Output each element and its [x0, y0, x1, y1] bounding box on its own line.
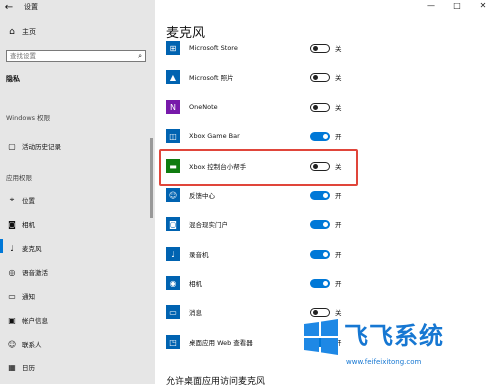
camera-icon: ◉	[166, 276, 180, 290]
windows-logo-icon	[304, 319, 338, 355]
minimize-icon[interactable]: —	[418, 0, 444, 12]
app-row: ◙ 混合现实门户 开	[166, 213, 486, 235]
sidebar-item-label: 通知	[22, 293, 35, 301]
app-name: 消息	[189, 309, 202, 317]
sidebar-item-label: 联系人	[22, 341, 42, 349]
toggle-state: 开	[335, 221, 342, 229]
app-row: N OneNote 关	[166, 96, 486, 118]
search-input[interactable]	[7, 51, 130, 61]
microphone-icon: ♩	[10, 243, 14, 253]
app-row: ▲ Microsoft 照片 关	[166, 66, 486, 88]
sidebar-item-notifications[interactable]: ▭ 通知	[6, 291, 35, 302]
sidebar-item-label: 活动历史记录	[22, 143, 61, 151]
sidebar-item-activity-history[interactable]: ▢ 活动历史记录	[6, 141, 61, 152]
toggle-state: 开	[335, 192, 342, 200]
toggle-switch[interactable]	[310, 278, 330, 288]
window-controls: — □ ✕	[418, 0, 496, 12]
toggle-switch[interactable]	[310, 219, 330, 229]
recorder-icon: ♩	[166, 247, 180, 261]
app-row: ⊞ Microsoft Store 关	[166, 37, 486, 59]
location-icon: ⌖	[9, 195, 15, 204]
title-bar: ← 设置	[0, 0, 155, 14]
app-name: 桌面应用 Web 查看器	[189, 339, 253, 347]
window-title: 设置	[24, 3, 38, 11]
sidebar-item-microphone[interactable]: ♩ 麦克风	[0, 239, 42, 253]
app-name: 相机	[189, 280, 202, 288]
toggle-switch[interactable]	[310, 190, 330, 200]
app-name: 反馈中心	[189, 192, 215, 200]
privacy-heading: 隐私	[6, 75, 20, 83]
search-box[interactable]: ⌕	[6, 50, 146, 62]
toggle-state: 关	[335, 104, 342, 112]
maximize-icon[interactable]: □	[444, 0, 470, 12]
watermark-brand: 飞飞系统	[344, 322, 444, 350]
contacts-icon: ☺	[7, 339, 17, 349]
toggle-switch[interactable]	[310, 43, 330, 53]
toggle-switch[interactable]	[310, 72, 330, 82]
sidebar-item-account-info[interactable]: ▣ 帐户信息	[6, 315, 48, 326]
app-name: Microsoft 照片	[189, 74, 234, 82]
sidebar-item-label: 帐户信息	[22, 317, 48, 325]
sidebar: ← 设置 ⌂ 主页 ⌕ 隐私 Windows 权限 ▢ 活动历史记录 应用权限 …	[0, 0, 155, 384]
app-name: Microsoft Store	[189, 44, 238, 52]
toggle-state: 开	[335, 251, 342, 259]
toggle-state: 开	[335, 280, 342, 288]
sidebar-item-voice-activation[interactable]: ◎ 语音激活	[6, 267, 49, 278]
app-row: ◫ Xbox Game Bar 开	[166, 125, 486, 147]
sidebar-item-label: 位置	[22, 197, 35, 205]
app-permissions-heading: 应用权限	[6, 174, 32, 182]
app-row: ◉ 相机 开	[166, 272, 486, 294]
home-nav-item[interactable]: ⌂ 主页	[6, 27, 36, 37]
voice-activation-icon: ◎	[8, 267, 16, 277]
sidebar-item-camera[interactable]: ◙ 相机	[6, 219, 35, 230]
app-row: ☺ 反馈中心 开	[166, 184, 486, 206]
home-label: 主页	[22, 28, 36, 36]
toggle-state: 关	[335, 74, 342, 82]
highlight-box	[159, 149, 358, 186]
sidebar-scrollbar[interactable]	[150, 138, 153, 218]
sidebar-item-contacts[interactable]: ☺ 联系人	[6, 339, 42, 350]
toggle-switch[interactable]	[310, 131, 330, 141]
watermark: 飞飞系统 www.feifeixitong.com	[290, 310, 496, 384]
photos-icon: ▲	[166, 70, 180, 84]
web-viewer-icon: ◳	[166, 335, 180, 349]
sidebar-item-label: 麦克风	[22, 245, 42, 253]
back-arrow-icon[interactable]: ←	[0, 2, 18, 13]
desktop-apps-heading: 允许桌面应用访问麦克风	[166, 377, 266, 387]
xbox-gamebar-icon: ◫	[166, 129, 180, 143]
sidebar-item-label: 日历	[22, 364, 35, 372]
app-name: OneNote	[189, 103, 218, 111]
notification-icon: ▭	[8, 291, 16, 301]
home-icon: ⌂	[9, 27, 15, 37]
app-name: 录音机	[189, 251, 209, 259]
feedback-icon: ☺	[166, 188, 180, 202]
sidebar-item-calendar[interactable]: ▦ 日历	[6, 362, 35, 373]
calendar-icon: ▦	[8, 362, 16, 372]
camera-icon: ◙	[8, 219, 16, 229]
sidebar-item-label: 语音激活	[22, 269, 48, 277]
mixed-reality-icon: ◙	[166, 217, 180, 231]
app-row: ♩ 录音机 开	[166, 243, 486, 265]
toggle-switch[interactable]	[310, 249, 330, 259]
toggle-switch[interactable]	[310, 102, 330, 112]
toggle-state: 关	[335, 45, 342, 53]
watermark-url: www.feifeixitong.com	[346, 358, 422, 366]
search-icon[interactable]: ⌕	[138, 52, 142, 61]
message-icon: ▭	[166, 305, 180, 319]
sidebar-item-location[interactable]: ⌖ 位置	[6, 195, 35, 205]
close-icon[interactable]: ✕	[470, 0, 496, 12]
app-name: 混合现实门户	[189, 221, 228, 229]
app-name: Xbox Game Bar	[189, 132, 240, 140]
windows-permissions-heading: Windows 权限	[6, 114, 51, 122]
onenote-icon: N	[166, 100, 180, 114]
store-icon: ⊞	[166, 41, 180, 55]
sidebar-item-label: 相机	[22, 221, 35, 229]
activity-history-icon: ▢	[8, 141, 16, 151]
toggle-state: 开	[335, 133, 342, 141]
account-icon: ▣	[8, 315, 16, 325]
